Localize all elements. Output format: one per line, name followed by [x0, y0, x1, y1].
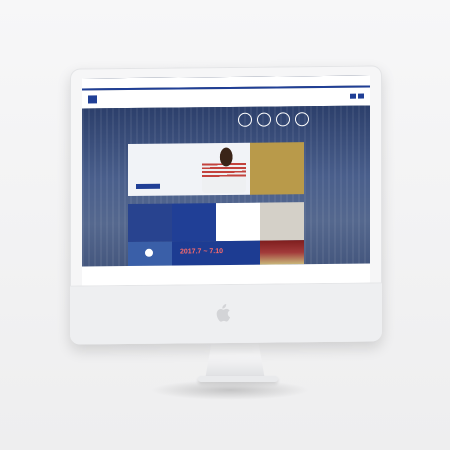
panel-news[interactable] [172, 203, 216, 242]
quick-link[interactable] [238, 112, 252, 127]
round-link-icon [276, 112, 290, 127]
panel-gallery[interactable] [260, 202, 304, 241]
hero-title-line [128, 111, 258, 112]
banner-button[interactable] [136, 183, 160, 189]
monitor: 2017.7 ~ 7.10 [70, 65, 382, 345]
header-tools [350, 93, 364, 99]
bookshelf-banner[interactable] [260, 240, 304, 265]
panel-notices[interactable] [128, 203, 172, 243]
bottom-row: 2017.7 ~ 7.10 [128, 240, 304, 267]
panel-events[interactable] [216, 202, 260, 242]
main-nav [170, 96, 226, 97]
menu-icon[interactable] [358, 93, 364, 99]
round-link-icon [257, 112, 271, 127]
screen: 2017.7 ~ 7.10 [82, 75, 370, 287]
site-logo[interactable] [88, 95, 99, 104]
quick-links [238, 112, 309, 127]
monitor-stand-base [198, 376, 278, 382]
main-banner[interactable] [128, 142, 250, 197]
monitor-chin [70, 282, 382, 345]
stand-shadow [150, 380, 310, 400]
round-link-icon [238, 112, 252, 127]
play-icon[interactable] [145, 248, 153, 257]
search-icon[interactable] [350, 93, 356, 99]
hero-title-line [128, 111, 258, 112]
banner-photo [202, 144, 246, 194]
apple-logo-icon [216, 303, 230, 322]
quick-link[interactable] [257, 112, 271, 127]
event-date: 2017.7 ~ 7.10 [180, 248, 224, 256]
logo-mark-icon [88, 95, 97, 104]
hero-section: 2017.7 ~ 7.10 [82, 105, 370, 287]
quick-link[interactable] [295, 112, 309, 127]
library-banner[interactable] [250, 142, 304, 195]
round-link-icon [295, 112, 309, 127]
hero-title [128, 111, 258, 112]
event-banner[interactable]: 2017.7 ~ 7.10 [172, 240, 260, 266]
video-thumb[interactable] [128, 241, 172, 267]
quick-link[interactable] [276, 112, 290, 127]
info-panels [128, 202, 304, 243]
